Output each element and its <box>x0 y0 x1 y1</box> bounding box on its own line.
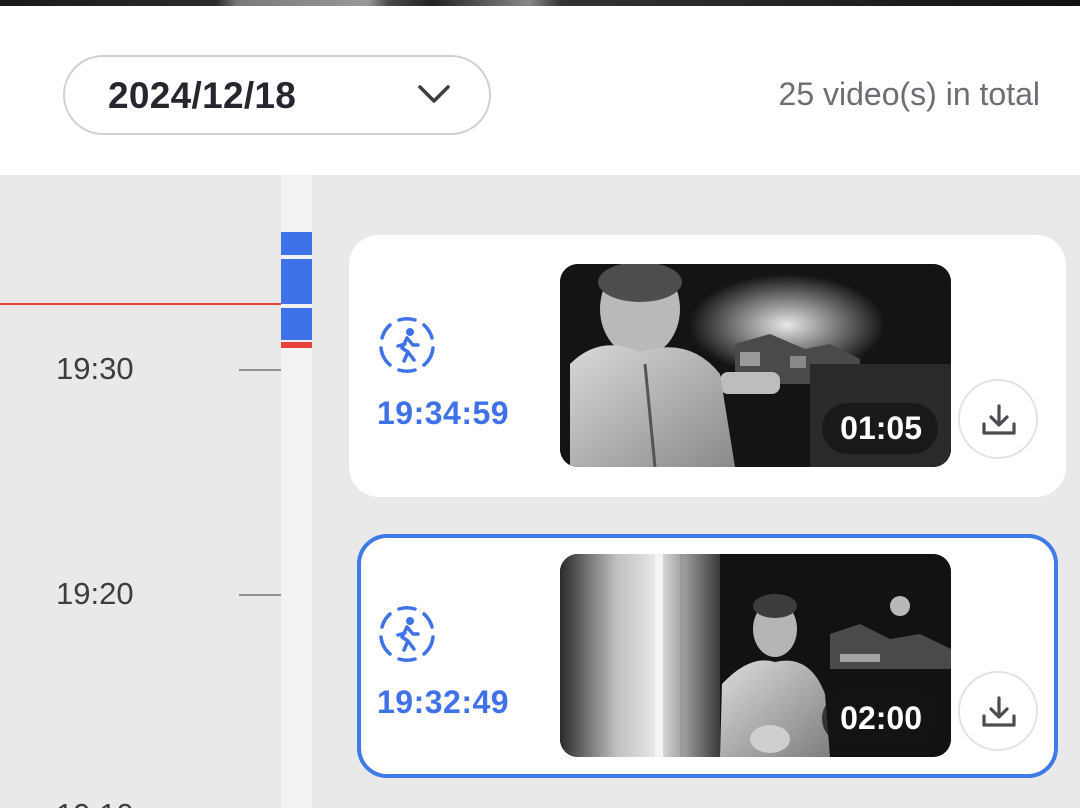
date-dropdown[interactable]: 2024/12/18 <box>63 55 491 135</box>
download-icon <box>982 696 1016 727</box>
selected-date: 2024/12/18 <box>108 75 297 116</box>
video-duration: 01:05 <box>822 403 938 454</box>
video-thumbnail[interactable]: 01:05 <box>560 264 951 467</box>
timeline-event-segment[interactable] <box>281 308 312 340</box>
current-time-line <box>0 303 281 305</box>
video-count: 25 video(s) in total <box>778 76 1040 112</box>
event-time: 19:34:59 <box>377 395 510 431</box>
download-button[interactable] <box>958 671 1038 751</box>
motion-person-icon <box>379 605 435 663</box>
video-thumbnail[interactable]: 02:00 <box>560 554 951 757</box>
motion-person-icon <box>379 316 435 374</box>
download-button[interactable] <box>958 379 1038 459</box>
time-tick-label: 19:20 <box>56 576 134 611</box>
timeline-event-segment[interactable] <box>281 232 312 255</box>
timeline-event-segment[interactable] <box>281 259 312 304</box>
time-tick-mark <box>239 369 281 371</box>
video-event-card-selected[interactable]: 19:32:49 02:00 <box>357 534 1058 778</box>
timeline-track[interactable] <box>281 175 312 808</box>
timeline-now-marker <box>281 342 312 348</box>
video-event-card[interactable]: 19:34:59 01:05 <box>349 235 1066 497</box>
header-bar: 2024/12/18 25 video(s) in total <box>0 6 1080 175</box>
time-tick-label: 19:30 <box>56 351 134 386</box>
event-time: 19:32:49 <box>377 684 510 720</box>
video-duration: 02:00 <box>822 693 938 744</box>
timeline-content: 19:30 19:20 19:10 19:34:59 <box>0 175 1080 808</box>
time-tick-label: 19:10 <box>56 797 134 808</box>
download-icon <box>982 404 1016 435</box>
time-tick-mark <box>239 594 281 596</box>
chevron-down-icon <box>418 85 450 103</box>
